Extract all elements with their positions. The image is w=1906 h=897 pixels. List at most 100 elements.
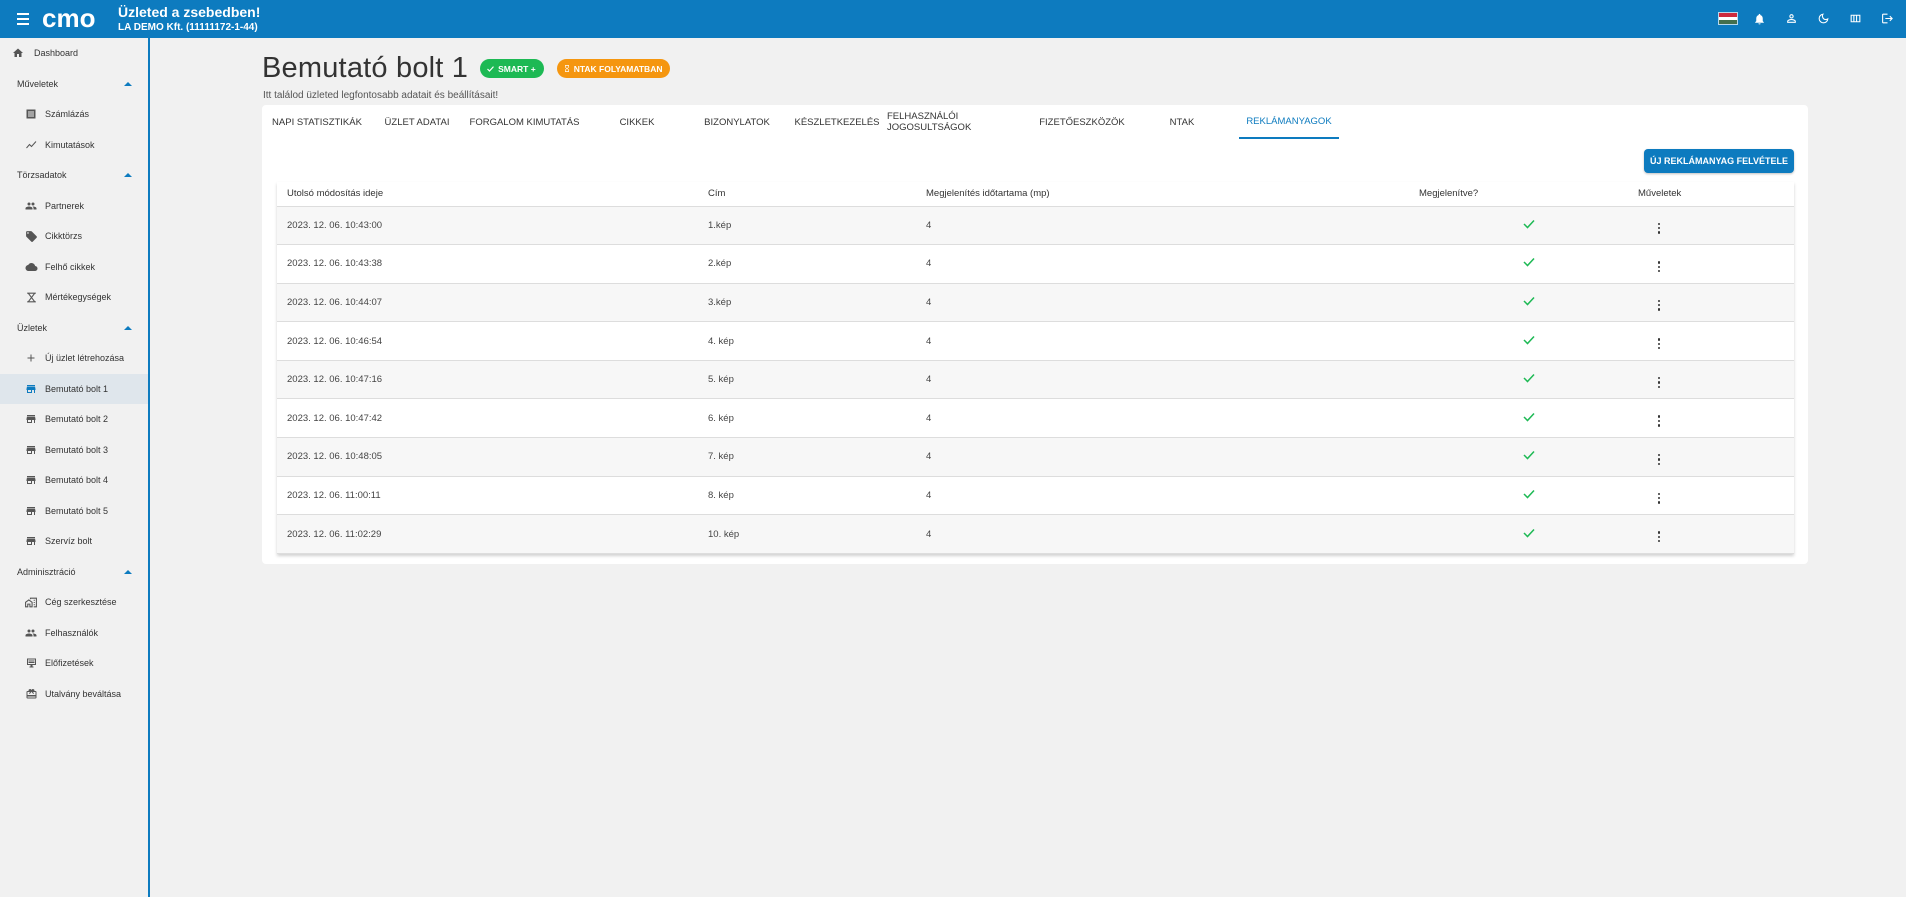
check-icon	[1522, 374, 1535, 383]
more-actions-icon[interactable]	[1652, 376, 1666, 389]
sidebar-label: Felhasználók	[45, 627, 99, 638]
scale-icon	[23, 289, 39, 305]
sidebar-item-bemutato-bolt-5[interactable]: Bemutató bolt 5	[0, 496, 148, 527]
table-row[interactable]: 2023. 12. 06. 10:47:42 6. kép 4	[277, 398, 1794, 439]
cell-date: 2023. 12. 06. 10:47:42	[277, 398, 708, 439]
cell-title: 6. kép	[708, 398, 926, 439]
tab-felhasznaloi-jogosultsagok[interactable]: FELHASZNÁLÓI JOGOSULTSÁGOK	[887, 105, 1032, 139]
hamburger-menu-icon[interactable]	[12, 8, 34, 30]
sidebar-label: Bemutató bolt 2	[45, 414, 109, 425]
sidebar-item-mertekegysegek[interactable]: Mértékegységek	[0, 282, 148, 313]
table-row[interactable]: 2023. 12. 06. 11:02:29 10. kép 4	[277, 514, 1794, 554]
table-row[interactable]: 2023. 12. 06. 11:00:11 8. kép 4	[277, 476, 1794, 516]
collapse-caret-icon	[124, 81, 132, 86]
table-row[interactable]: 2023. 12. 06. 10:48:05 7. kép 4	[277, 437, 1794, 477]
sidebar-item-felhasznalok[interactable]: Felhasználók	[0, 618, 148, 649]
switch-company-icon[interactable]	[1845, 8, 1866, 29]
sidebar-item-ceg-szerkesztese[interactable]: Cég szerkesztése	[0, 587, 148, 618]
more-actions-icon[interactable]	[1652, 454, 1666, 466]
more-actions-icon[interactable]	[1652, 531, 1666, 543]
sidebar-item-szamlazas[interactable]: Számlázás	[0, 99, 148, 130]
cell-actions	[1638, 437, 1794, 477]
sidebar-item-partnerek[interactable]: Partnerek	[0, 191, 148, 222]
sidebar-item-kimutatasok[interactable]: Kimutatások	[0, 130, 148, 161]
tab-bizonylatok[interactable]: BIZONYLATOK	[687, 105, 787, 139]
smart-plus-badge: SMART +	[480, 59, 544, 78]
brand-block: Üzleted a zsebedben! LA DEMO Kft. (11111…	[118, 4, 260, 33]
cloud-icon	[23, 259, 39, 275]
more-actions-icon[interactable]	[1652, 338, 1666, 350]
notifications-bell-icon[interactable]	[1749, 8, 1770, 29]
cell-title: 2.kép	[708, 244, 926, 284]
cell-title: 5. kép	[708, 360, 926, 400]
sidebar-item-felho-cikkek[interactable]: Felhő cikkek	[0, 252, 148, 283]
plus-icon	[23, 350, 39, 366]
cell-displayed	[1419, 360, 1638, 400]
sidebar-label: Utalvány beváltása	[45, 688, 122, 699]
table-row[interactable]: 2023. 12. 06. 10:43:38 2.kép 4	[277, 244, 1794, 284]
invoice-list-icon	[23, 106, 39, 122]
store-icon	[23, 442, 39, 458]
cell-date: 2023. 12. 06. 10:46:54	[277, 321, 708, 361]
language-flag-icon[interactable]	[1717, 8, 1738, 29]
tab-forgalom-kimutatas[interactable]: FORGALOM KIMUTATÁS	[462, 105, 587, 139]
tab-ntak[interactable]: NTAK	[1132, 105, 1232, 139]
sidebar-item-uj-uzlet[interactable]: Új üzlet létrehozása	[0, 343, 148, 374]
sidebar-label: Dashboard	[34, 48, 79, 59]
user-account-icon[interactable]	[1781, 8, 1802, 29]
sidebar-item-elofizetesek[interactable]: Előfizetések	[0, 648, 148, 679]
tab-reklamanyagok[interactable]: REKLÁMANYAGOK	[1239, 105, 1339, 139]
section-torzsadatok[interactable]: Törzsadatok	[0, 160, 148, 191]
sidebar-item-szerviz-bolt[interactable]: Szervíz bolt	[0, 526, 148, 557]
cell-title: 7. kép	[708, 437, 926, 477]
badge-label: NTAK FOLYAMATBAN	[573, 63, 663, 74]
add-ad-material-button[interactable]: ÚJ REKLÁMANYAG FELVÉTELE	[1644, 149, 1794, 173]
column-header-actions: Műveletek	[1638, 182, 1794, 207]
cell-title: 4. kép	[708, 321, 926, 361]
column-header-title[interactable]: Cím	[708, 182, 926, 207]
more-actions-icon[interactable]	[1652, 492, 1666, 504]
tab-uzlet-adatai[interactable]: ÜZLET ADATAI	[372, 105, 462, 139]
section-adminisztracio[interactable]: Adminisztráció	[0, 557, 148, 588]
table-row[interactable]: 2023. 12. 06. 10:46:54 4. kép 4	[277, 321, 1794, 361]
cell-actions	[1638, 206, 1794, 246]
table-row[interactable]: 2023. 12. 06. 10:43:00 1.kép 4	[277, 206, 1794, 246]
more-actions-icon[interactable]	[1652, 415, 1666, 427]
sidebar-item-bemutato-bolt-2[interactable]: Bemutató bolt 2	[0, 404, 148, 435]
more-actions-icon[interactable]	[1652, 222, 1666, 234]
dark-mode-moon-icon[interactable]	[1813, 8, 1834, 29]
section-uzletek[interactable]: Üzletek	[0, 313, 148, 344]
logout-icon[interactable]	[1877, 8, 1898, 29]
ntak-status-badge: NTAK FOLYAMATBAN	[556, 59, 671, 78]
tab-cikkek[interactable]: CIKKEK	[587, 105, 687, 139]
column-header-date[interactable]: Utolsó módosítás ideje	[277, 182, 708, 207]
collapse-caret-icon	[124, 569, 132, 574]
table-row[interactable]: 2023. 12. 06. 10:47:16 5. kép 4	[277, 360, 1794, 400]
sidebar-label: Bemutató bolt 1	[45, 383, 109, 394]
cell-displayed	[1419, 206, 1638, 246]
collapse-caret-icon	[124, 325, 132, 330]
sidebar-item-cikktorzs[interactable]: Cikktörzs	[0, 221, 148, 252]
tab-napi-statisztikak[interactable]: NAPI STATISZTIKÁK	[262, 105, 372, 139]
column-header-duration[interactable]: Megjelenítés időtartama (mp)	[926, 182, 1419, 207]
tab-fizetoeszkozok[interactable]: FIZETŐESZKÖZÖK	[1032, 105, 1132, 139]
sidebar-item-bemutato-bolt-3[interactable]: Bemutató bolt 3	[0, 435, 148, 466]
cmo-logo[interactable]: cmo	[40, 6, 112, 32]
section-muveletek[interactable]: Műveletek	[0, 69, 148, 100]
sidebar-label: Kimutatások	[45, 139, 95, 150]
sidebar-item-dashboard[interactable]: Dashboard	[0, 38, 148, 69]
check-icon	[1522, 451, 1535, 460]
tab-keszletkezeles[interactable]: KÉSZLETKEZELÉS	[787, 105, 887, 139]
column-header-displayed[interactable]: Megjelenítve?	[1419, 182, 1638, 207]
store-icon	[23, 411, 39, 427]
check-icon	[1522, 489, 1535, 499]
store-icon	[23, 472, 39, 488]
more-actions-icon[interactable]	[1652, 261, 1666, 273]
sidebar-item-utalvany-bevaltasa[interactable]: Utalvány beváltása	[0, 679, 148, 710]
more-actions-icon[interactable]	[1652, 299, 1666, 311]
sidebar-item-bemutato-bolt-4[interactable]: Bemutató bolt 4	[0, 465, 148, 496]
table-row[interactable]: 2023. 12. 06. 10:44:07 3.kép 4	[277, 283, 1794, 323]
sidebar-item-bemutato-bolt-1[interactable]: Bemutató bolt 1	[0, 373, 148, 404]
section-label: Üzletek	[17, 322, 48, 333]
sidebar-label: Bemutató bolt 4	[45, 475, 109, 486]
